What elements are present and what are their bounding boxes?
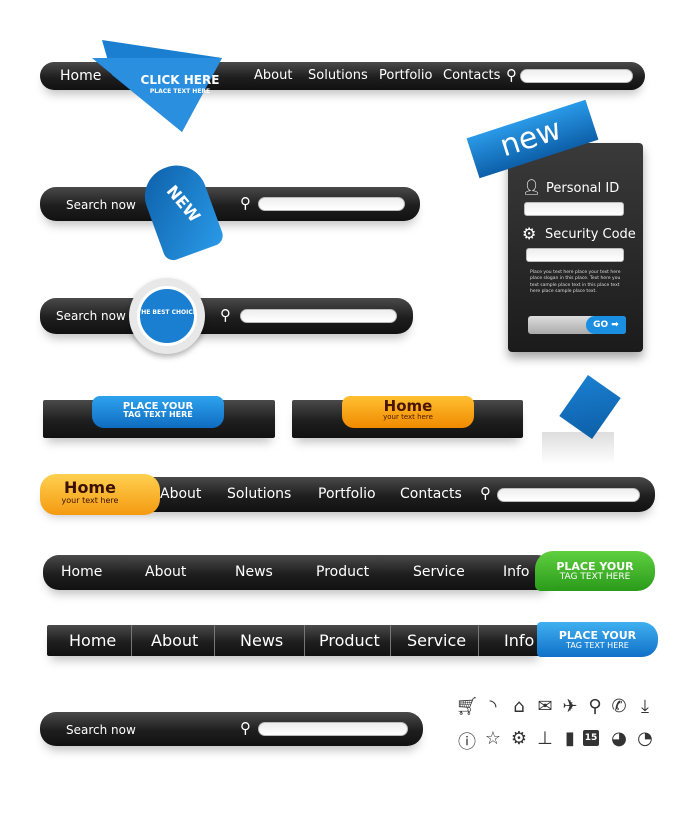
search-input[interactable]: [497, 488, 640, 502]
search-label: Search now: [66, 723, 136, 737]
gears-icon: ⚙: [510, 728, 528, 749]
search-input[interactable]: [258, 197, 405, 211]
nav-portfolio[interactable]: Portfolio: [379, 68, 432, 83]
security-code-label: Security Code: [545, 227, 636, 242]
nav-news[interactable]: News: [235, 564, 273, 580]
nav-bar-7: Home About News Product Service Info: [47, 625, 542, 656]
nav-about[interactable]: About: [160, 486, 201, 502]
personal-id-label: Personal ID: [546, 181, 620, 196]
nav-about[interactable]: About: [145, 564, 186, 580]
cart-icon: 🛒︎: [455, 696, 479, 717]
search-icon[interactable]: ⚲: [480, 484, 491, 502]
search-bar-3: Search now ⚲: [40, 298, 413, 334]
envelope-pocket: [542, 432, 614, 464]
nav-contacts[interactable]: Contacts: [400, 486, 462, 502]
nav-info[interactable]: Info: [503, 564, 530, 580]
personal-id-input[interactable]: [524, 202, 624, 216]
nav-service[interactable]: Service: [407, 631, 466, 650]
rss-icon: ◝: [489, 696, 497, 717]
download-icon: ⤓: [641, 696, 649, 717]
airplane-icon: ✈: [562, 696, 578, 717]
search-icon[interactable]: ⚲: [240, 194, 251, 212]
search-icon[interactable]: ⚲: [506, 66, 517, 84]
badge-text: THE BEST CHOICE: [137, 309, 197, 316]
user-icon: 👤︎: [522, 178, 542, 196]
nav-contacts[interactable]: Contacts: [443, 68, 500, 83]
ribbon-title: CLICK HERE: [140, 73, 220, 87]
tag-line1: PLACE YOUR: [558, 629, 637, 642]
login-panel: 👤︎ Personal ID ⚙ Security Code Place you…: [508, 143, 643, 352]
nav-news[interactable]: News: [240, 631, 283, 650]
home-pill[interactable]: Home your text here: [40, 474, 160, 515]
tag-line2: TAG TEXT HERE: [566, 641, 629, 650]
login-description: Place you text here place your text here…: [530, 270, 621, 294]
gear-icon: ⚙: [522, 224, 537, 243]
tag-tab-blue[interactable]: PLACE YOUR TAG TEXT HERE: [92, 396, 224, 428]
click-here-ribbon[interactable]: [92, 40, 232, 134]
calendar-icon: 15: [583, 730, 599, 746]
home-label: Home: [64, 478, 116, 497]
nav-home[interactable]: Home: [61, 564, 102, 580]
tag-line2: TAG TEXT HERE: [123, 410, 193, 419]
search-icon[interactable]: ⚲: [240, 719, 251, 737]
ribbon-subtitle: PLACE TEXT HERE: [149, 88, 211, 95]
tag-line1: PLACE YOUR: [556, 560, 634, 573]
tag-green[interactable]: PLACE YOUR TAG TEXT HERE: [535, 551, 655, 591]
new-label: NEW: [162, 181, 205, 226]
search-input[interactable]: [240, 309, 397, 323]
home-label: Home: [383, 397, 433, 415]
pie-chart-icon: ◕: [611, 728, 627, 749]
nav-bar-6: Home About News Product Service Info: [43, 555, 553, 590]
tag-blue[interactable]: PLACE YOUR TAG TEXT HERE: [537, 622, 658, 657]
phone-icon: ✆: [611, 696, 627, 717]
nav-info[interactable]: Info: [504, 631, 534, 650]
search-input[interactable]: [258, 722, 408, 736]
sitemap-icon: ⊥: [537, 728, 553, 749]
new-ribbon: NEW: [136, 157, 226, 263]
search-bar-2: Search now ⚲: [40, 187, 420, 221]
home-sub: your text here: [383, 413, 433, 421]
nav-about[interactable]: About: [151, 631, 198, 650]
nav-service[interactable]: Service: [413, 564, 465, 580]
nav-portfolio[interactable]: Portfolio: [318, 486, 376, 502]
search-input[interactable]: [520, 69, 633, 83]
nav-bar-5: Home your text here About Solutions Port…: [40, 474, 655, 515]
info-icon: ⓘ: [458, 732, 476, 753]
pie-chart-2-icon: ◔: [637, 728, 653, 749]
search-label: Search now: [66, 198, 136, 212]
home-sub: your text here: [61, 496, 119, 505]
search-icon: ⚲: [588, 696, 602, 717]
nav-product[interactable]: Product: [319, 631, 380, 650]
nav-home[interactable]: Home: [69, 631, 116, 650]
security-code-input[interactable]: [526, 248, 624, 262]
home-tab-orange[interactable]: Home your text here: [342, 396, 474, 428]
go-label: GO: [593, 320, 609, 330]
go-button[interactable]: GO ➡: [528, 316, 626, 334]
nav-solutions[interactable]: Solutions: [308, 68, 368, 83]
tag-line2: TAG TEXT HERE: [559, 572, 631, 582]
best-choice-badge: THE BEST CHOICE: [129, 278, 205, 354]
search-bar-8: Search now ⚲: [40, 712, 423, 746]
nav-about[interactable]: About: [254, 68, 292, 83]
envelope-icon: [559, 375, 621, 439]
star-icon: ☆: [484, 728, 502, 749]
nav-solutions[interactable]: Solutions: [227, 486, 291, 502]
search-label: Search now: [56, 309, 126, 323]
home-icon: ⌂: [513, 696, 525, 717]
nav-product[interactable]: Product: [316, 564, 369, 580]
search-icon[interactable]: ⚲: [220, 306, 231, 324]
mail-icon: ✉: [537, 696, 553, 717]
trash-icon: ▮: [565, 728, 575, 749]
